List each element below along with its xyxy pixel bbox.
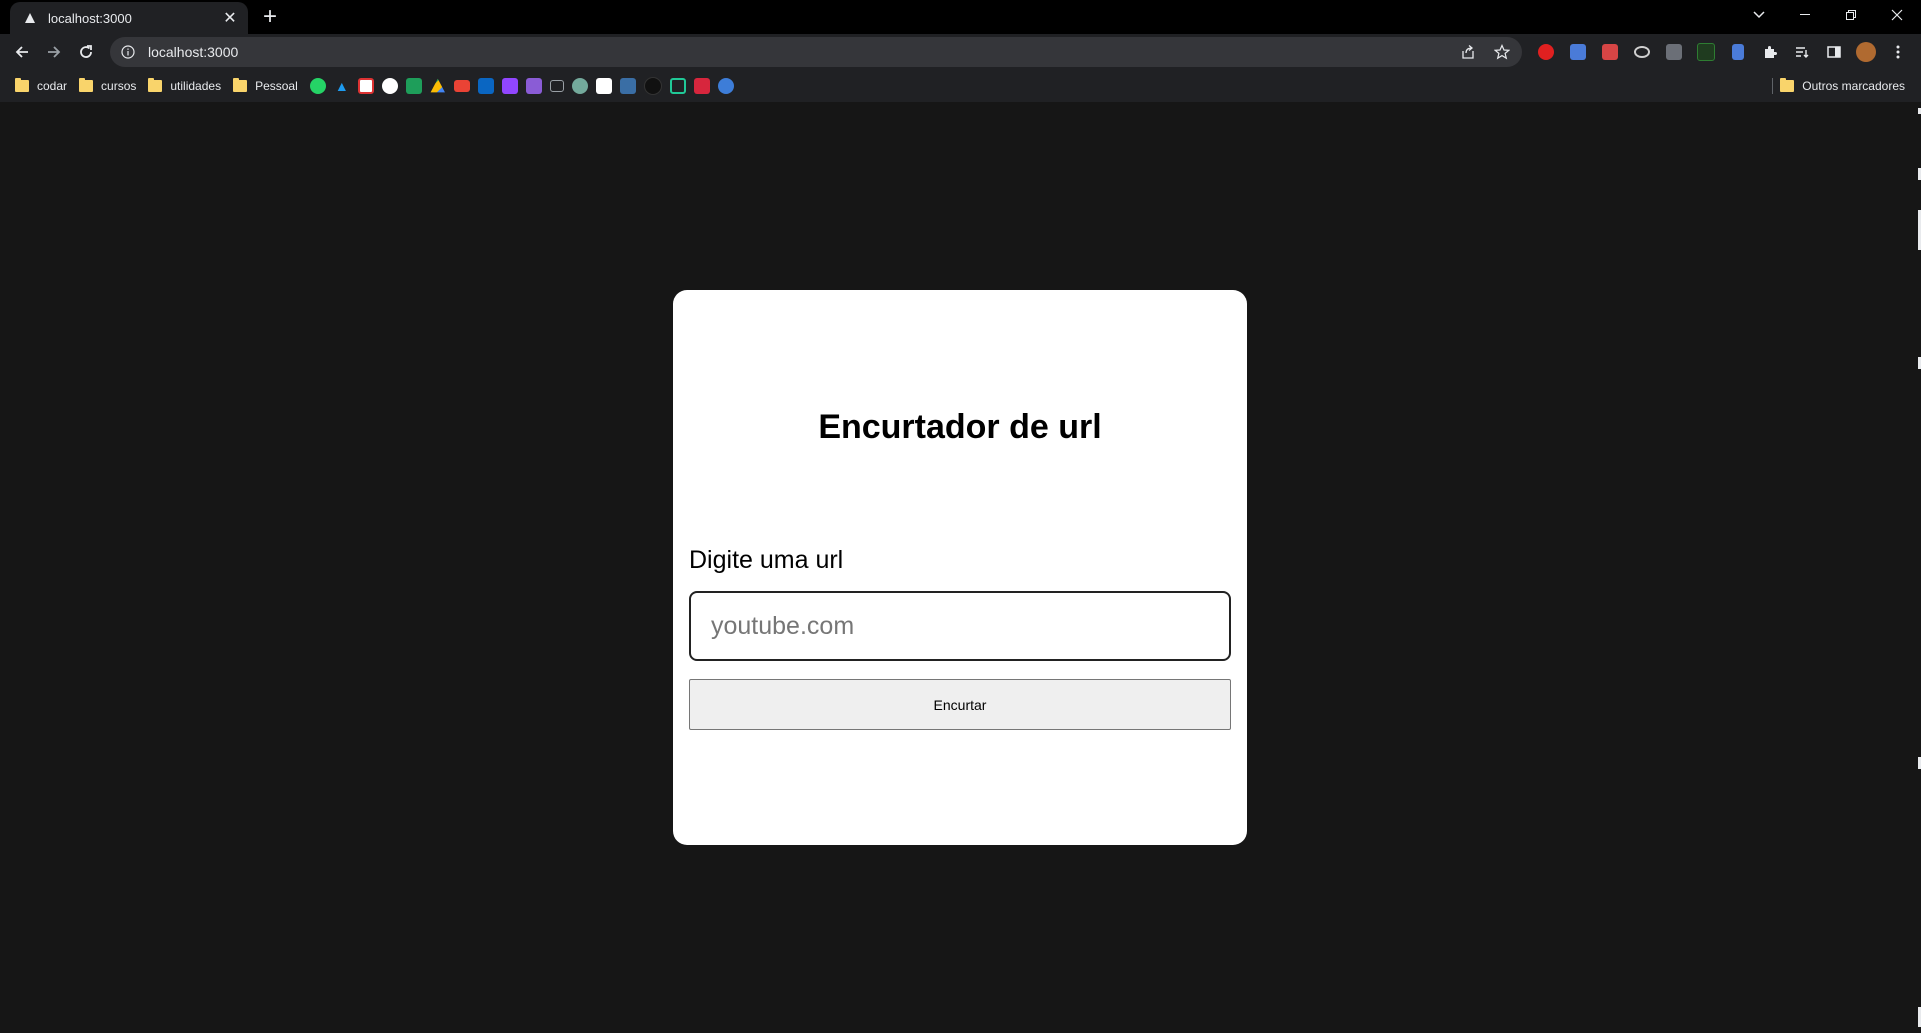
kebab-menu-icon[interactable] [1886,40,1910,64]
triangle-favicon-icon [22,10,38,26]
back-icon[interactable] [8,38,36,66]
bookmarks-bar: codar cursos utilidades Pessoal ▲ Outros… [0,70,1921,102]
shortener-card: Encurtador de url Digite uma url Encurta… [673,290,1247,845]
bookmark-folder[interactable]: Pessoal [227,72,304,100]
address-url: localhost:3000 [148,44,239,60]
bookmark-folder[interactable]: codar [9,72,73,100]
avatar[interactable] [1854,40,1878,64]
site-info-icon[interactable] [120,44,136,60]
bookmark-app-icon[interactable] [619,78,636,94]
bookmark-app-icon[interactable] [693,78,710,94]
bookmark-app-icon[interactable] [549,80,564,92]
adblock-extension-icon[interactable] [1534,40,1558,64]
docs-extension-icon[interactable] [1726,40,1750,64]
folder-icon [233,78,248,92]
folder-icon [15,78,29,92]
linkedin-icon[interactable] [477,78,494,94]
page-title: Encurtador de url [818,408,1102,446]
reload-icon[interactable] [72,38,100,66]
star-bookmark-icon[interactable] [1492,42,1512,62]
extension-icon[interactable] [1598,40,1622,64]
code-extension-icon[interactable] [1662,40,1686,64]
page-viewport: Encurtador de url Digite uma url Encurta… [0,102,1921,1033]
browser-tab[interactable]: localhost:3000 ✕ [10,2,248,34]
bookmark-folder[interactable]: cursos [73,72,142,100]
close-window-icon[interactable] [1874,0,1920,30]
folder-icon [148,78,163,92]
puzzle-extensions-icon[interactable] [1758,40,1782,64]
bookmark-folder[interactable]: utilidades [142,72,227,100]
whatsapp-icon[interactable] [309,78,326,94]
folder-icon [1780,78,1795,92]
shorten-button[interactable]: Encurtar [689,679,1231,730]
new-tab-button[interactable]: + [258,5,282,30]
chatgpt-icon[interactable] [571,78,588,94]
tab-strip: localhost:3000 ✕ + [0,0,1921,34]
twitter-icon[interactable]: ▲ [334,78,350,94]
bookmark-folder-label: cursos [101,79,137,93]
bookmark-folder-label: utilidades [170,79,222,93]
restore-icon[interactable] [1828,0,1874,30]
tab-title: localhost:3000 [48,10,132,26]
gmail-icon[interactable] [453,80,470,92]
reading-list-icon[interactable] [1790,40,1814,64]
browser-toolbar: localhost:3000 [0,34,1921,70]
translate-extension-icon[interactable] [1566,40,1590,64]
glasses-extension-icon[interactable] [1630,40,1654,64]
browser-chrome: localhost:3000 ✕ + localhost:3000 codar … [0,0,1921,102]
other-bookmarks-folder[interactable]: Outros marcadores [1774,72,1911,100]
url-input[interactable] [689,591,1231,661]
extensions-row [1534,40,1910,64]
bookmark-app-icon[interactable] [669,78,686,94]
tab-search-icon[interactable] [1736,0,1782,30]
github-icon[interactable] [381,78,398,94]
close-tab-icon[interactable]: ✕ [220,8,240,28]
bookmark-app-icon[interactable] [643,77,662,95]
other-bookmarks-label: Outros marcadores [1802,79,1905,93]
folder-icon [79,78,94,92]
side-panel-icon[interactable] [1822,40,1846,64]
extension-icon[interactable] [1694,40,1718,64]
bookmark-app-icon[interactable] [357,78,374,94]
bookmark-folder-label: Pessoal [255,79,298,93]
bookmarks-divider [1772,78,1773,94]
google-drive-icon[interactable] [430,78,445,93]
bookmark-app-icon[interactable] [717,78,734,94]
forward-icon[interactable] [40,38,68,66]
twitch-icon[interactable] [501,78,518,94]
share-icon[interactable] [1458,42,1478,62]
bookmark-app-icon[interactable] [525,78,542,94]
bookmark-icons: ▲ [304,72,742,100]
address-bar[interactable]: localhost:3000 [110,37,1522,67]
bookmark-app-icon[interactable] [405,78,422,94]
url-input-label: Digite uma url [689,546,844,574]
bookmark-folder-label: codar [37,79,68,93]
bookmark-app-icon[interactable] [595,78,612,94]
minimize-icon[interactable] [1782,0,1828,30]
